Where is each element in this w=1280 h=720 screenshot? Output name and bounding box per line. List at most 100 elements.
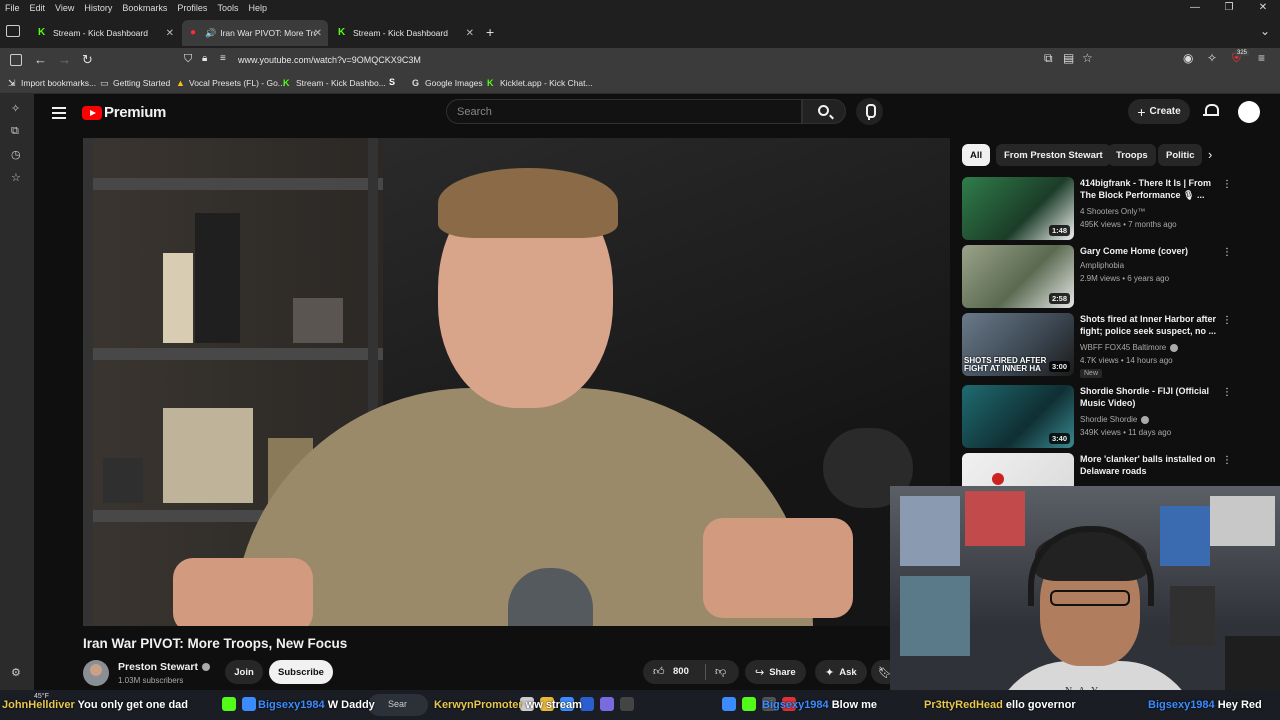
- minimize-button[interactable]: —: [1178, 0, 1212, 16]
- bookmarks-icon[interactable]: ☆: [11, 171, 21, 184]
- close-tab-icon[interactable]: ✕: [314, 28, 322, 39]
- chip-troops[interactable]: Troops: [1108, 144, 1156, 166]
- address-bar[interactable]: ⛉ 🔒︎ ≡ www.youtube.com/watch?v=9OMQCKX9C…: [176, 50, 1106, 70]
- search-input[interactable]: [447, 100, 801, 123]
- menu-file[interactable]: File: [0, 3, 25, 13]
- more-options-icon[interactable]: ⋮: [1222, 455, 1232, 466]
- recommendation-title[interactable]: Shordie Shordie - FIJI (Official Music V…: [1080, 385, 1220, 409]
- video-player[interactable]: [83, 138, 950, 626]
- tab-youtube-video[interactable]: ● 🔊 Iran War PIVOT: More Troop ✕: [182, 20, 328, 46]
- app-menu-icon[interactable]: ≡: [1258, 51, 1265, 65]
- bookmark-getting-started[interactable]: ▭ Getting Started: [100, 78, 170, 88]
- menu-help[interactable]: Help: [243, 3, 272, 13]
- recommendation-item[interactable]: 3:40 Shordie Shordie - FIJI (Official Mu…: [962, 385, 1262, 449]
- recommendation-title[interactable]: More 'clanker' balls installed on Delawa…: [1080, 453, 1220, 477]
- create-button[interactable]: + Create: [1128, 99, 1190, 124]
- synced-tabs-icon[interactable]: ⧉: [11, 125, 19, 138]
- bookmark-kicklet[interactable]: K Kicklet.app - Kick Chat...: [487, 78, 593, 88]
- chip-from-channel[interactable]: From Preston Stewart: [996, 144, 1111, 166]
- menu-view[interactable]: View: [50, 3, 79, 13]
- close-tab-icon[interactable]: ✕: [466, 28, 474, 39]
- recommendation-channel[interactable]: Ampliphobia: [1080, 261, 1124, 270]
- word-icon[interactable]: [580, 697, 594, 711]
- app-icon[interactable]: [242, 697, 256, 711]
- tab-list-icon[interactable]: ⌄: [1260, 24, 1270, 38]
- reader-view-icon[interactable]: ▤: [1063, 51, 1074, 65]
- screenshot-icon[interactable]: ⧉: [1044, 51, 1053, 66]
- sidebar-toggle-icon[interactable]: [10, 54, 22, 66]
- recommendation-item[interactable]: SHOTS FIRED AFTER FIGHT AT INNER HA 3:00…: [962, 313, 1262, 378]
- ask-button[interactable]: ✦ Ask: [815, 660, 867, 684]
- account-icon[interactable]: ◉: [1183, 51, 1193, 65]
- url-text[interactable]: www.youtube.com/watch?v=9OMQCKX9C3M: [238, 55, 421, 65]
- video-thumbnail[interactable]: 2:58: [962, 245, 1074, 308]
- like-icon[interactable]: 👍︎: [653, 665, 665, 678]
- menu-profiles[interactable]: Profiles: [172, 3, 212, 13]
- channel-avatar[interactable]: [83, 660, 109, 686]
- bookmark-kick-dashboard[interactable]: K Stream - Kick Dashbo...: [283, 78, 386, 88]
- bookmark-import[interactable]: ⇲ Import bookmarks...: [8, 78, 96, 88]
- voice-search-icon[interactable]: [856, 98, 883, 125]
- menu-edit[interactable]: Edit: [25, 3, 51, 13]
- back-button[interactable]: ←: [34, 51, 47, 69]
- speaker-icon[interactable]: 🔊: [205, 28, 216, 39]
- recommendation-item[interactable]: 2:58 Gary Come Home (cover) Ampliphobia …: [962, 245, 1262, 309]
- recommendation-channel[interactable]: 4 Shooters Only™: [1080, 207, 1145, 216]
- recommendation-title[interactable]: 414bigfrank - There It Is | From The Blo…: [1080, 177, 1220, 201]
- menu-bookmarks[interactable]: Bookmarks: [117, 3, 172, 13]
- join-button[interactable]: Join: [225, 660, 263, 684]
- recommendation-item[interactable]: 1:48 414bigfrank - There It Is | From Th…: [962, 177, 1262, 241]
- subscribe-button[interactable]: Subscribe: [269, 660, 333, 684]
- extensions-icon[interactable]: ✧: [1207, 51, 1217, 65]
- bookmark-vocal-presets[interactable]: ▲ Vocal Presets (FL) - Go...: [176, 78, 285, 88]
- more-options-icon[interactable]: ⋮: [1222, 247, 1232, 258]
- menu-icon[interactable]: [52, 104, 66, 122]
- tab-kick-dashboard-1[interactable]: K Stream - Kick Dashboard ✕: [30, 20, 180, 46]
- bookmark-star-icon[interactable]: ☆: [1082, 51, 1093, 65]
- discord-icon[interactable]: [600, 697, 614, 711]
- kick-icon[interactable]: [742, 697, 756, 711]
- ai-chat-icon[interactable]: ✧: [11, 102, 20, 115]
- app-icon[interactable]: [722, 697, 736, 711]
- video-thumbnail[interactable]: 3:40: [962, 385, 1074, 448]
- app-icon[interactable]: [620, 697, 634, 711]
- chip-all[interactable]: All: [962, 144, 991, 166]
- bookmark-s[interactable]: S: [389, 78, 402, 87]
- channel-name[interactable]: Preston Stewart: [118, 661, 210, 673]
- chip-politics[interactable]: Politic: [1158, 144, 1202, 166]
- more-options-icon[interactable]: ⋮: [1222, 179, 1232, 190]
- like-count[interactable]: 800: [673, 666, 689, 677]
- kick-icon[interactable]: [222, 697, 236, 711]
- search-box[interactable]: [446, 99, 802, 124]
- reload-button[interactable]: ↻: [82, 51, 93, 69]
- video-thumbnail[interactable]: SHOTS FIRED AFTER FIGHT AT INNER HA 3:00: [962, 313, 1074, 376]
- shield-icon[interactable]: ⛉: [184, 53, 192, 66]
- new-tab-button[interactable]: +: [486, 24, 494, 40]
- menu-tools[interactable]: Tools: [212, 3, 243, 13]
- bookmark-google-images[interactable]: G Google Images: [412, 78, 483, 88]
- history-icon[interactable]: ◷: [11, 148, 21, 161]
- share-button[interactable]: ↪ Share: [745, 660, 806, 684]
- more-options-icon[interactable]: ⋮: [1222, 315, 1232, 326]
- recommendation-title[interactable]: Gary Come Home (cover): [1080, 245, 1220, 257]
- notifications-icon[interactable]: [1203, 103, 1219, 117]
- forward-button[interactable]: →: [58, 51, 71, 69]
- permissions-icon[interactable]: ≡: [220, 53, 226, 64]
- video-thumbnail[interactable]: 1:48: [962, 177, 1074, 240]
- recommendation-channel[interactable]: Shordie Shordie: [1080, 415, 1150, 424]
- close-tab-icon[interactable]: ✕: [166, 28, 174, 39]
- more-options-icon[interactable]: ⋮: [1222, 387, 1232, 398]
- menu-history[interactable]: History: [79, 3, 117, 13]
- chevron-right-icon[interactable]: ›: [1208, 147, 1212, 162]
- tab-kick-dashboard-2[interactable]: K Stream - Kick Dashboard ✕: [330, 20, 480, 46]
- recommendation-title[interactable]: Shots fired at Inner Harbor after fight;…: [1080, 313, 1220, 337]
- restore-button[interactable]: ❐: [1212, 0, 1246, 16]
- lock-icon[interactable]: 🔒︎: [202, 53, 207, 64]
- search-button[interactable]: [802, 99, 846, 124]
- dislike-icon[interactable]: 👎︎: [715, 665, 726, 678]
- close-window-button[interactable]: ✕: [1246, 0, 1280, 16]
- tab-overview-icon[interactable]: [6, 25, 20, 37]
- recommendation-channel[interactable]: WBFF FOX45 Baltimore: [1080, 343, 1179, 352]
- youtube-logo[interactable]: Premium: [82, 104, 166, 121]
- avatar[interactable]: [1238, 101, 1260, 123]
